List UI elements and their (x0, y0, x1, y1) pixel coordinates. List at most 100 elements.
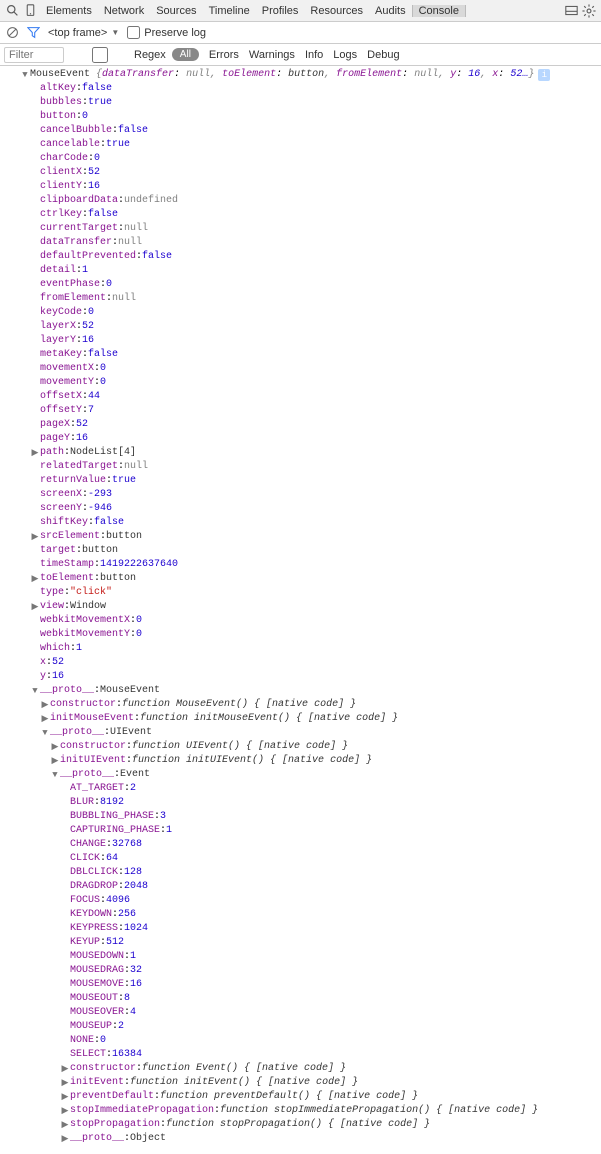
tab-sources[interactable]: Sources (150, 5, 202, 17)
disclosure-triangle-icon[interactable]: ▶ (60, 1076, 70, 1090)
property-key: SELECT (70, 1048, 106, 1062)
property-row[interactable]: ▶srcElement: button (0, 530, 601, 544)
property-row[interactable]: ▶__proto__: Object (0, 1132, 601, 1146)
property-value: 16384 (112, 1048, 142, 1062)
disclosure-triangle-icon[interactable]: ▼ (50, 768, 60, 782)
tab-audits[interactable]: Audits (369, 5, 412, 17)
tab-network[interactable]: Network (98, 5, 150, 17)
property-value: 0 (82, 110, 88, 124)
disclosure-triangle-icon[interactable]: ▶ (60, 1062, 70, 1076)
property-row[interactable]: ▶path: NodeList[4] (0, 446, 601, 460)
settings-gear-icon[interactable] (581, 3, 597, 19)
tab-timeline[interactable]: Timeline (203, 5, 256, 17)
filter-input[interactable] (4, 47, 64, 63)
property-row[interactable]: ▶view: Window (0, 600, 601, 614)
tab-resources[interactable]: Resources (304, 5, 369, 17)
property-value: Object (130, 1132, 166, 1146)
property-row[interactable]: ▶stopImmediatePropagation: function stop… (0, 1104, 601, 1118)
info-badge-icon[interactable]: i (538, 69, 550, 81)
disclosure-triangle-icon[interactable]: ▶ (60, 1132, 70, 1146)
disclosure-triangle-icon[interactable]: ▶ (30, 600, 40, 614)
property-row[interactable]: ▶stopPropagation: function stopPropagati… (0, 1118, 601, 1132)
property-value: button (82, 544, 118, 558)
property-key: KEYDOWN (70, 908, 112, 922)
property-key: srcElement (40, 530, 100, 544)
disclosure-triangle-icon[interactable]: ▶ (30, 446, 40, 460)
filter-all[interactable]: All (172, 48, 199, 61)
property-row: MOUSEUP: 2 (0, 1020, 601, 1034)
property-row[interactable]: ▶toElement: button (0, 572, 601, 586)
disclosure-triangle-icon[interactable]: ▶ (30, 530, 40, 544)
property-value: 1 (82, 264, 88, 278)
filter-logs[interactable]: Logs (329, 49, 361, 61)
object-header-row[interactable]: ▼ MouseEvent {dataTransfer: null, toElem… (0, 68, 601, 82)
disclosure-triangle-icon[interactable]: ▼ (40, 726, 50, 740)
preserve-log-checkbox[interactable]: Preserve log (127, 26, 206, 39)
property-row: clientY: 16 (0, 180, 601, 194)
disclosure-triangle-icon[interactable]: ▶ (50, 754, 60, 768)
tab-profiles[interactable]: Profiles (256, 5, 305, 17)
property-row[interactable]: ▼__proto__: Event (0, 768, 601, 782)
property-row: target: button (0, 544, 601, 558)
disclosure-triangle-icon[interactable]: ▶ (40, 712, 50, 726)
filter-errors[interactable]: Errors (205, 49, 243, 61)
property-row: button: 0 (0, 110, 601, 124)
tab-elements[interactable]: Elements (40, 5, 98, 17)
property-row[interactable]: ▶constructor: function MouseEvent() { [n… (0, 698, 601, 712)
disclosure-triangle-icon[interactable]: ▶ (30, 572, 40, 586)
property-row[interactable]: ▶constructor: function UIEvent() { [nati… (0, 740, 601, 754)
property-row: fromElement: null (0, 292, 601, 306)
disclosure-triangle-icon[interactable]: ▶ (60, 1118, 70, 1132)
filter-warnings[interactable]: Warnings (245, 49, 299, 61)
property-value: 128 (124, 866, 142, 880)
property-row[interactable]: ▶initEvent: function initEvent() { [nati… (0, 1076, 601, 1090)
property-key: constructor (70, 1062, 136, 1076)
property-key: webkitMovementX (40, 614, 130, 628)
property-row: cancelBubble: false (0, 124, 601, 138)
property-row[interactable]: ▶constructor: function Event() { [native… (0, 1062, 601, 1076)
property-key: clipboardData (40, 194, 118, 208)
property-key: MOUSEOUT (70, 992, 118, 1006)
disclosure-triangle-icon[interactable]: ▶ (50, 740, 60, 754)
property-key: pageX (40, 418, 70, 432)
search-icon[interactable] (4, 3, 20, 19)
disclosure-triangle-icon[interactable]: ▶ (60, 1104, 70, 1118)
frame-selector[interactable]: <top frame> ▼ (48, 27, 119, 39)
disclosure-triangle-icon[interactable]: ▶ (40, 698, 50, 712)
disclosure-triangle-icon[interactable]: ▶ (60, 1090, 70, 1104)
property-key: MOUSEMOVE (70, 978, 124, 992)
property-value: 0 (106, 278, 112, 292)
property-value: 2 (130, 782, 136, 796)
property-row[interactable]: ▶initUIEvent: function initUIEvent() { [… (0, 754, 601, 768)
filter-funnel-icon[interactable] (27, 26, 40, 39)
property-value: button (100, 572, 136, 586)
property-row[interactable]: ▼__proto__: MouseEvent (0, 684, 601, 698)
property-row[interactable]: ▼__proto__: UIEvent (0, 726, 601, 740)
filter-debug[interactable]: Debug (363, 49, 403, 61)
property-row[interactable]: ▶preventDefault: function preventDefault… (0, 1090, 601, 1104)
property-value: true (106, 138, 130, 152)
clear-console-icon[interactable] (6, 26, 19, 39)
tab-console[interactable]: Console (412, 5, 466, 17)
disclosure-triangle-icon[interactable]: ▼ (30, 684, 40, 698)
property-row: KEYUP: 512 (0, 936, 601, 950)
filter-info[interactable]: Info (301, 49, 327, 61)
property-key: webkitMovementY (40, 628, 130, 642)
property-row: BLUR: 8192 (0, 796, 601, 810)
drawer-icon[interactable] (563, 3, 579, 19)
disclosure-triangle-icon[interactable]: ▼ (20, 68, 30, 82)
property-key: FOCUS (70, 894, 100, 908)
property-value: 16 (76, 432, 88, 446)
property-value: 44 (88, 390, 100, 404)
property-row[interactable]: ▶initMouseEvent: function initMouseEvent… (0, 712, 601, 726)
property-value: 0 (136, 628, 142, 642)
property-key: screenX (40, 488, 82, 502)
preserve-log-input[interactable] (127, 26, 140, 39)
regex-input[interactable] (70, 47, 130, 63)
property-row: clientX: 52 (0, 166, 601, 180)
property-key: layerY (40, 334, 76, 348)
property-key: MOUSEDRAG (70, 964, 124, 978)
property-value: 1419222637640 (100, 558, 178, 572)
regex-checkbox[interactable]: Regex (70, 47, 166, 63)
device-icon[interactable] (22, 3, 38, 19)
